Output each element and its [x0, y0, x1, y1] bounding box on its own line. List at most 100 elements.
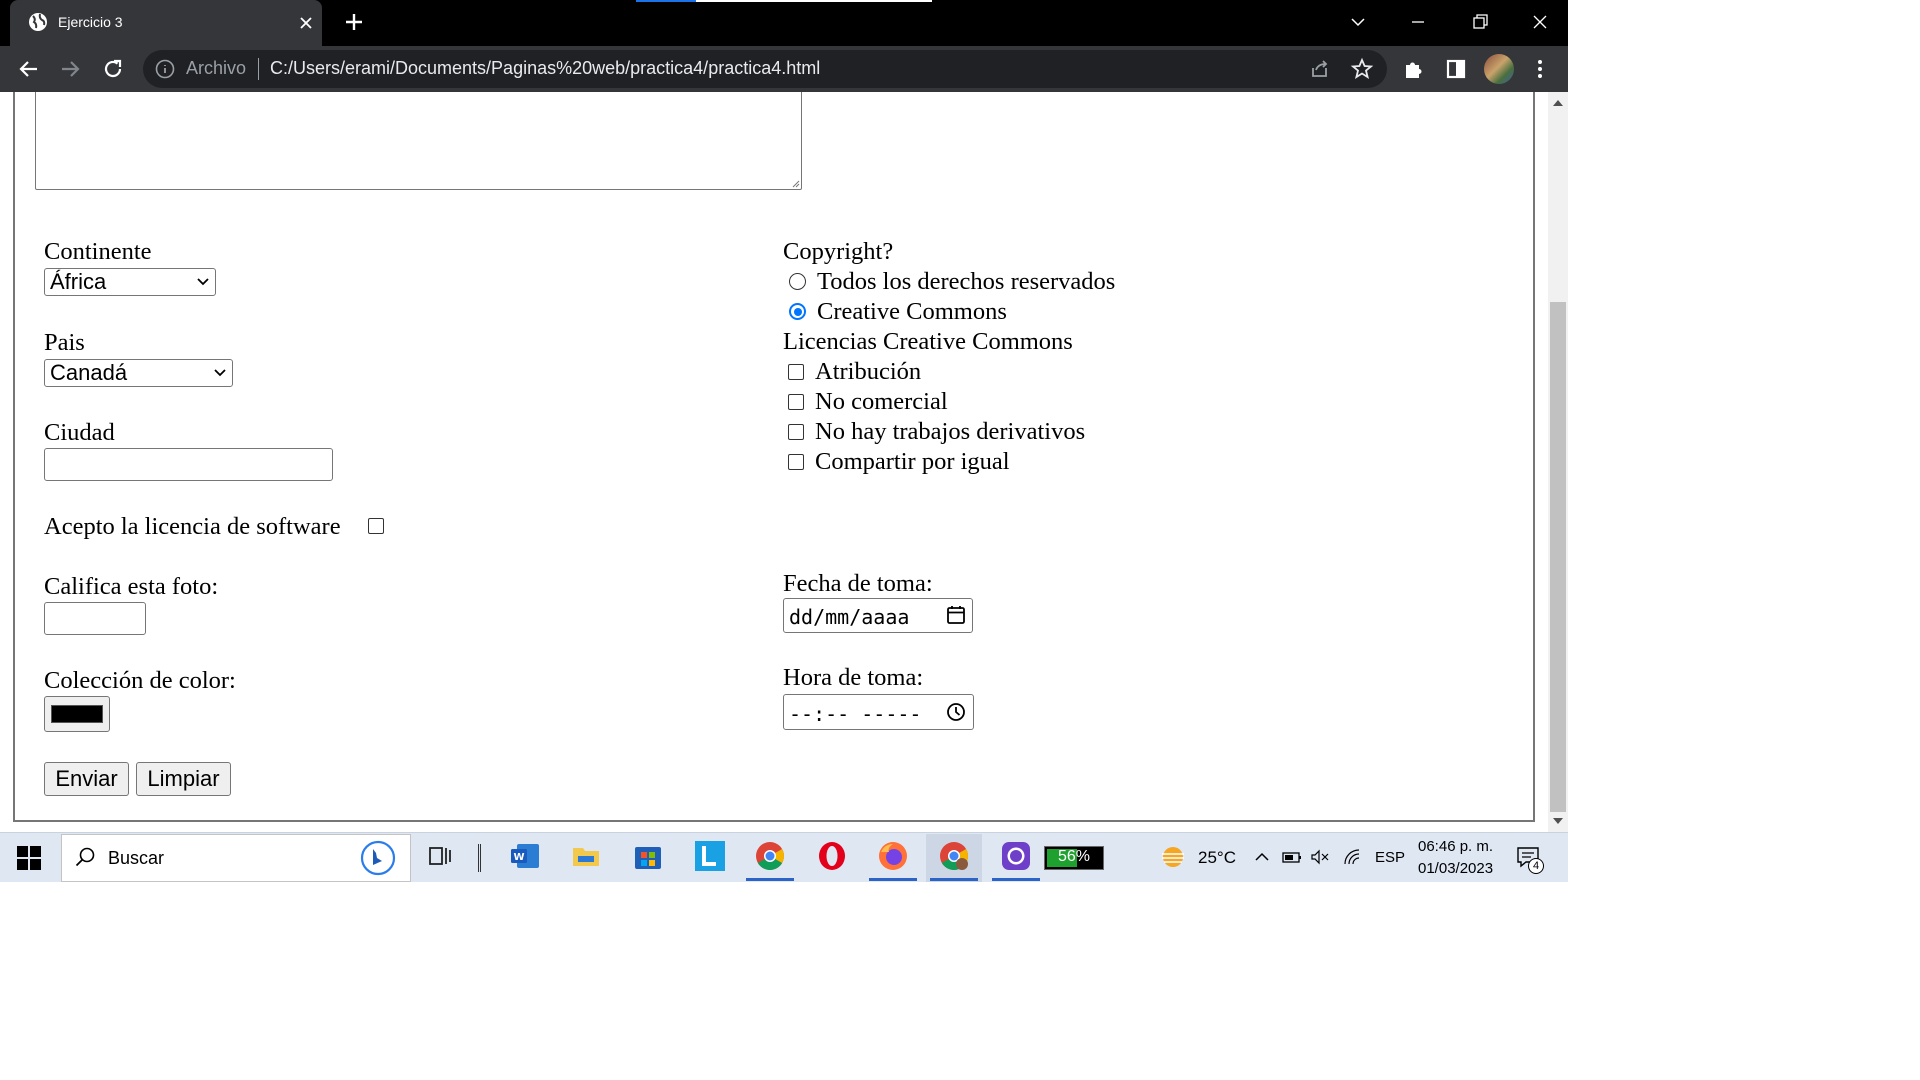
calificacion-label: Califica esta foto: [44, 573, 219, 600]
color-picker[interactable] [44, 696, 110, 732]
checkbox-atribucion-label: Atribución [815, 358, 922, 385]
profile-avatar[interactable] [1484, 54, 1514, 84]
copyright-label: Copyright? [783, 238, 894, 265]
lens-app-icon[interactable] [694, 840, 726, 872]
scroll-down-arrow-icon[interactable] [1548, 814, 1568, 828]
browser-toolbar: Archivo C:/Users/erami/Documents/Paginas… [0, 46, 1568, 92]
checkbox-atribucion[interactable] [788, 364, 804, 380]
clock-time[interactable]: 06:46 p. m. [1418, 838, 1493, 855]
loading-indicator-track [696, 0, 932, 2]
checkbox-no-derivativos[interactable] [788, 424, 804, 440]
search-icon [75, 847, 95, 867]
fecha-label: Fecha de toma: [783, 570, 933, 597]
radio-todos-derechos[interactable] [789, 273, 806, 290]
language-indicator[interactable]: ESP [1375, 849, 1405, 866]
restore-icon[interactable] [1466, 8, 1494, 36]
checkbox-no-comercial-label: No comercial [815, 388, 948, 415]
github-running-indicator [992, 878, 1040, 881]
menu-kebab-icon[interactable] [1526, 55, 1554, 83]
fecha-input[interactable]: dd/mm/aaaa [783, 598, 973, 633]
reset-button[interactable]: Limpiar [136, 762, 231, 796]
chevron-down-icon [197, 278, 209, 286]
notification-count-badge: 4 [1528, 858, 1544, 874]
pais-select[interactable]: Canadá [44, 359, 233, 387]
radio-creative-commons[interactable] [789, 303, 806, 320]
star-bookmark-icon[interactable] [1348, 55, 1376, 83]
calificacion-input[interactable] [44, 602, 146, 635]
firefox-running-indicator [869, 878, 917, 881]
reload-icon[interactable] [99, 55, 127, 83]
close-window-icon[interactable] [1526, 8, 1554, 36]
info-icon[interactable] [154, 58, 176, 80]
back-icon[interactable] [15, 55, 43, 83]
chevron-up-icon[interactable] [1252, 847, 1272, 867]
new-tab-icon[interactable] [342, 10, 366, 34]
close-tab-icon[interactable] [296, 13, 316, 33]
licencia-software-label: Acepto la licencia de software [44, 513, 341, 540]
windows-start-icon[interactable] [17, 846, 41, 870]
url-separator [258, 58, 259, 80]
minimize-icon[interactable] [1404, 8, 1432, 36]
chrome-icon[interactable] [754, 840, 786, 872]
opera-icon[interactable] [816, 840, 848, 872]
svg-text:W: W [513, 852, 524, 863]
continente-label: Continente [44, 238, 152, 265]
hora-input[interactable]: --:-- ----- [783, 694, 974, 730]
hora-label: Hora de toma: [783, 664, 924, 691]
comment-textarea[interactable] [35, 92, 802, 190]
microsoft-store-icon[interactable] [632, 840, 664, 872]
submit-button[interactable]: Enviar [44, 762, 129, 796]
battery-meter-widget[interactable]: 56% [1044, 846, 1104, 870]
chrome-profile-running-indicator [930, 878, 978, 881]
color-swatch [51, 705, 103, 723]
file-explorer-icon[interactable] [570, 840, 602, 872]
globe-icon [29, 13, 47, 31]
pais-label: Pais [44, 329, 85, 356]
ciudad-input[interactable] [44, 448, 333, 481]
tab-search-chevron-icon[interactable] [1344, 8, 1372, 36]
battery-icon[interactable] [1282, 847, 1302, 867]
browser-tab[interactable]: Ejercicio 3 [10, 0, 322, 46]
browser-title-bar: Ejercicio 3 [0, 0, 1568, 46]
chrome-profile-icon[interactable] [938, 840, 970, 872]
scrollbar-thumb[interactable] [1550, 302, 1566, 812]
url-text[interactable]: C:/Users/erami/Documents/Paginas%20web/p… [270, 58, 820, 79]
task-view-icon[interactable] [424, 840, 456, 872]
extensions-puzzle-icon[interactable] [1400, 55, 1428, 83]
clock-icon[interactable] [946, 702, 966, 722]
loading-indicator [636, 0, 696, 2]
word-icon[interactable]: W [509, 840, 541, 872]
checkbox-no-comercial[interactable] [788, 394, 804, 410]
licencias-cc-label: Licencias Creative Commons [783, 328, 1073, 355]
volume-muted-icon[interactable] [1310, 847, 1330, 867]
chrome-running-indicator [746, 878, 794, 881]
radio-creative-commons-label: Creative Commons [817, 298, 1007, 325]
taskbar-search-placeholder: Buscar [108, 848, 165, 868]
share-icon[interactable] [1306, 55, 1334, 83]
forward-icon[interactable] [56, 55, 84, 83]
bing-chat-icon[interactable] [360, 840, 396, 876]
hora-placeholder: --:-- ----- [789, 702, 922, 726]
firefox-icon[interactable] [877, 840, 909, 872]
checkbox-compartir-igual[interactable] [788, 454, 804, 470]
fecha-placeholder: dd/mm/aaaa [789, 605, 910, 629]
continente-select[interactable]: África [44, 268, 216, 296]
scroll-up-arrow-icon[interactable] [1548, 96, 1568, 110]
side-panel-icon[interactable] [1442, 55, 1470, 83]
taskbar-divider [478, 844, 481, 872]
licencia-software-checkbox[interactable] [368, 518, 384, 534]
color-label: Colección de color: [44, 667, 236, 694]
github-desktop-icon[interactable] [1000, 840, 1032, 872]
resize-grip-icon[interactable] [790, 178, 800, 188]
ciudad-label: Ciudad [44, 419, 115, 446]
clock-date[interactable]: 01/03/2023 [1418, 860, 1493, 877]
wifi-icon[interactable] [1342, 847, 1362, 867]
checkbox-no-derivativos-label: No hay trabajos derivativos [815, 418, 1086, 445]
tab-title: Ejercicio 3 [58, 14, 123, 30]
weather-temperature[interactable]: 25°C [1198, 848, 1236, 868]
radio-todos-derechos-label: Todos los derechos reservados [817, 268, 1116, 295]
continente-selected-value: África [50, 269, 107, 294]
page-viewport: Continente África Pais Canadá Ciudad Ace… [0, 92, 1548, 832]
calendar-icon[interactable] [946, 605, 966, 625]
weather-sun-icon[interactable] [1158, 842, 1188, 872]
